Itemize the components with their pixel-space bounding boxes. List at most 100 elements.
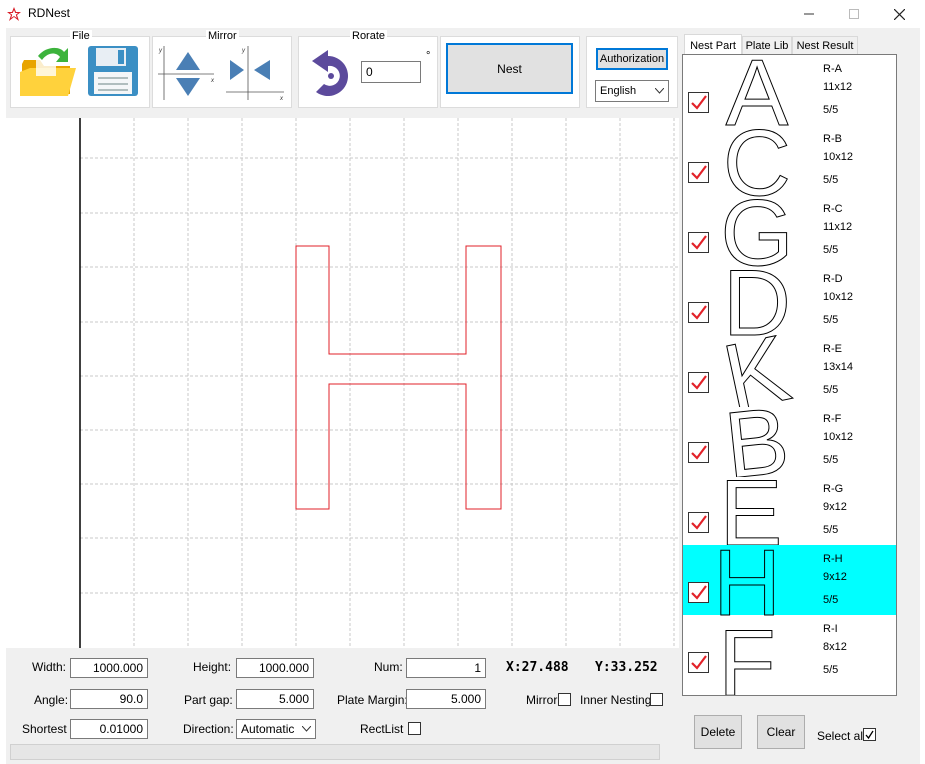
part-checkbox[interactable] (688, 372, 709, 393)
authorization-button[interactable]: Authorization (596, 48, 668, 70)
language-select[interactable]: English (595, 80, 669, 102)
x-coordinate: X:27.488 (506, 660, 569, 675)
part-count: 5/5 (823, 664, 839, 676)
minimize-button[interactable] (786, 0, 832, 28)
rectlist-checkbox[interactable] (408, 722, 421, 735)
check-mark-icon (691, 165, 707, 180)
close-icon (893, 8, 905, 20)
svg-text:y: y (241, 48, 246, 54)
list-item[interactable]: F R-I 8x12 5/5 (683, 615, 896, 695)
tab-nest-part[interactable]: Nest Part (684, 34, 742, 56)
platemargin-label: Plate Margin: (337, 693, 408, 707)
height-input[interactable]: 1000.000 (236, 658, 314, 678)
svg-text:B: B (720, 405, 793, 477)
mirror-checkbox[interactable] (558, 693, 571, 706)
svg-text:F: F (718, 615, 775, 696)
open-folder-icon[interactable] (18, 42, 78, 98)
part-checkbox[interactable] (688, 92, 709, 113)
svg-text:E: E (720, 475, 783, 547)
part-count: 5/5 (823, 384, 839, 396)
rdnest-logo-icon (7, 7, 21, 21)
partgap-label: Part gap: (184, 693, 233, 707)
nest-shape-h (295, 245, 502, 510)
maximize-button[interactable] (831, 0, 877, 28)
svg-text:H: H (717, 545, 781, 617)
part-size: 11x12 (823, 81, 853, 93)
direction-select[interactable]: Automatic (236, 719, 316, 739)
check-mark-icon (691, 585, 707, 600)
part-glyph-g: G (720, 195, 794, 267)
part-glyph-a: A (725, 55, 789, 127)
part-list[interactable]: A R-A 11x12 5/5 C R-B 10x12 5/5 G R-C 11… (682, 54, 897, 696)
clear-button[interactable]: Clear (757, 715, 805, 749)
num-input[interactable]: 1 (406, 658, 486, 678)
num-label: Num: (374, 660, 403, 674)
mirror-horizontal-icon[interactable]: y x (224, 44, 286, 102)
nest-canvas[interactable] (6, 118, 679, 648)
part-name: R-E (823, 343, 842, 355)
check-mark-icon (691, 445, 707, 460)
rotate-angle-input[interactable]: 0 (361, 61, 421, 83)
part-checkbox[interactable] (688, 512, 709, 533)
innernesting-label: Inner Nesting (580, 693, 652, 707)
maximize-icon (849, 9, 859, 19)
svg-text:y: y (158, 48, 163, 54)
selectall-checkbox[interactable] (863, 728, 876, 741)
angle-input[interactable]: 90.0 (70, 689, 148, 709)
part-count: 5/5 (823, 314, 839, 326)
delete-button[interactable]: Delete (694, 715, 742, 749)
part-glyph-f: F (718, 615, 776, 696)
part-name: R-I (823, 623, 838, 635)
list-item[interactable]: E R-G 9x12 5/5 (683, 475, 896, 547)
platemargin-input[interactable]: 5.000 (406, 689, 486, 709)
list-item[interactable]: K R-E 13x14 5/5 (683, 335, 896, 407)
list-item[interactable]: C R-B 10x12 5/5 (683, 125, 896, 197)
y-coordinate: Y:33.252 (595, 660, 658, 675)
tab-nest-result[interactable]: Nest Result (792, 36, 858, 55)
innernesting-checkbox[interactable] (650, 693, 663, 706)
canvas-grid (79, 118, 679, 648)
shortest-input[interactable]: 0.01000 (70, 719, 148, 739)
part-checkbox[interactable] (688, 442, 709, 463)
part-size: 11x12 (823, 221, 853, 233)
check-mark-icon (865, 730, 874, 740)
part-glyph-c: C (723, 125, 792, 197)
part-count: 5/5 (823, 454, 839, 466)
part-size: 9x12 (823, 571, 847, 583)
tab-plate-lib[interactable]: Plate Lib (742, 36, 792, 55)
horizontal-scrollbar[interactable] (10, 744, 660, 760)
close-button[interactable] (876, 0, 922, 28)
part-name: R-H (823, 553, 843, 565)
angle-label: Angle: (34, 693, 69, 707)
part-size: 13x14 (823, 361, 853, 373)
partgap-input[interactable]: 5.000 (236, 689, 314, 709)
rotate-icon[interactable] (306, 50, 356, 102)
direction-select-value: Automatic (241, 722, 295, 736)
list-item[interactable]: A R-A 11x12 5/5 (683, 55, 896, 127)
part-checkbox[interactable] (688, 302, 709, 323)
file-group-label: File (70, 30, 92, 42)
width-label: Width: (32, 660, 67, 674)
save-disk-icon[interactable] (86, 44, 140, 98)
direction-label: Direction: (183, 722, 234, 736)
check-mark-icon (691, 655, 707, 670)
part-name: R-C (823, 203, 843, 215)
check-mark-icon (691, 235, 707, 250)
part-count: 5/5 (823, 104, 839, 116)
check-mark-icon (691, 305, 707, 320)
mirror-group-label: Mirror (206, 30, 239, 42)
mirror-vertical-icon[interactable]: y x (156, 44, 216, 102)
list-item[interactable]: D R-D 10x12 5/5 (683, 265, 896, 337)
list-item[interactable]: G R-C 11x12 5/5 (683, 195, 896, 267)
part-count: 5/5 (823, 594, 839, 606)
list-item-selected[interactable]: H R-H 9x12 5/5 (683, 545, 896, 617)
part-checkbox[interactable] (688, 162, 709, 183)
nest-button[interactable]: Nest (446, 43, 573, 94)
width-input[interactable]: 1000.000 (70, 658, 148, 678)
part-checkbox[interactable] (688, 652, 709, 673)
part-checkbox[interactable] (688, 232, 709, 253)
mirror-checkbox-label: Mirror (526, 693, 558, 707)
part-glyph-h: H (717, 545, 781, 617)
list-item[interactable]: B R-F 10x12 5/5 (683, 405, 896, 477)
part-checkbox[interactable] (688, 582, 709, 603)
